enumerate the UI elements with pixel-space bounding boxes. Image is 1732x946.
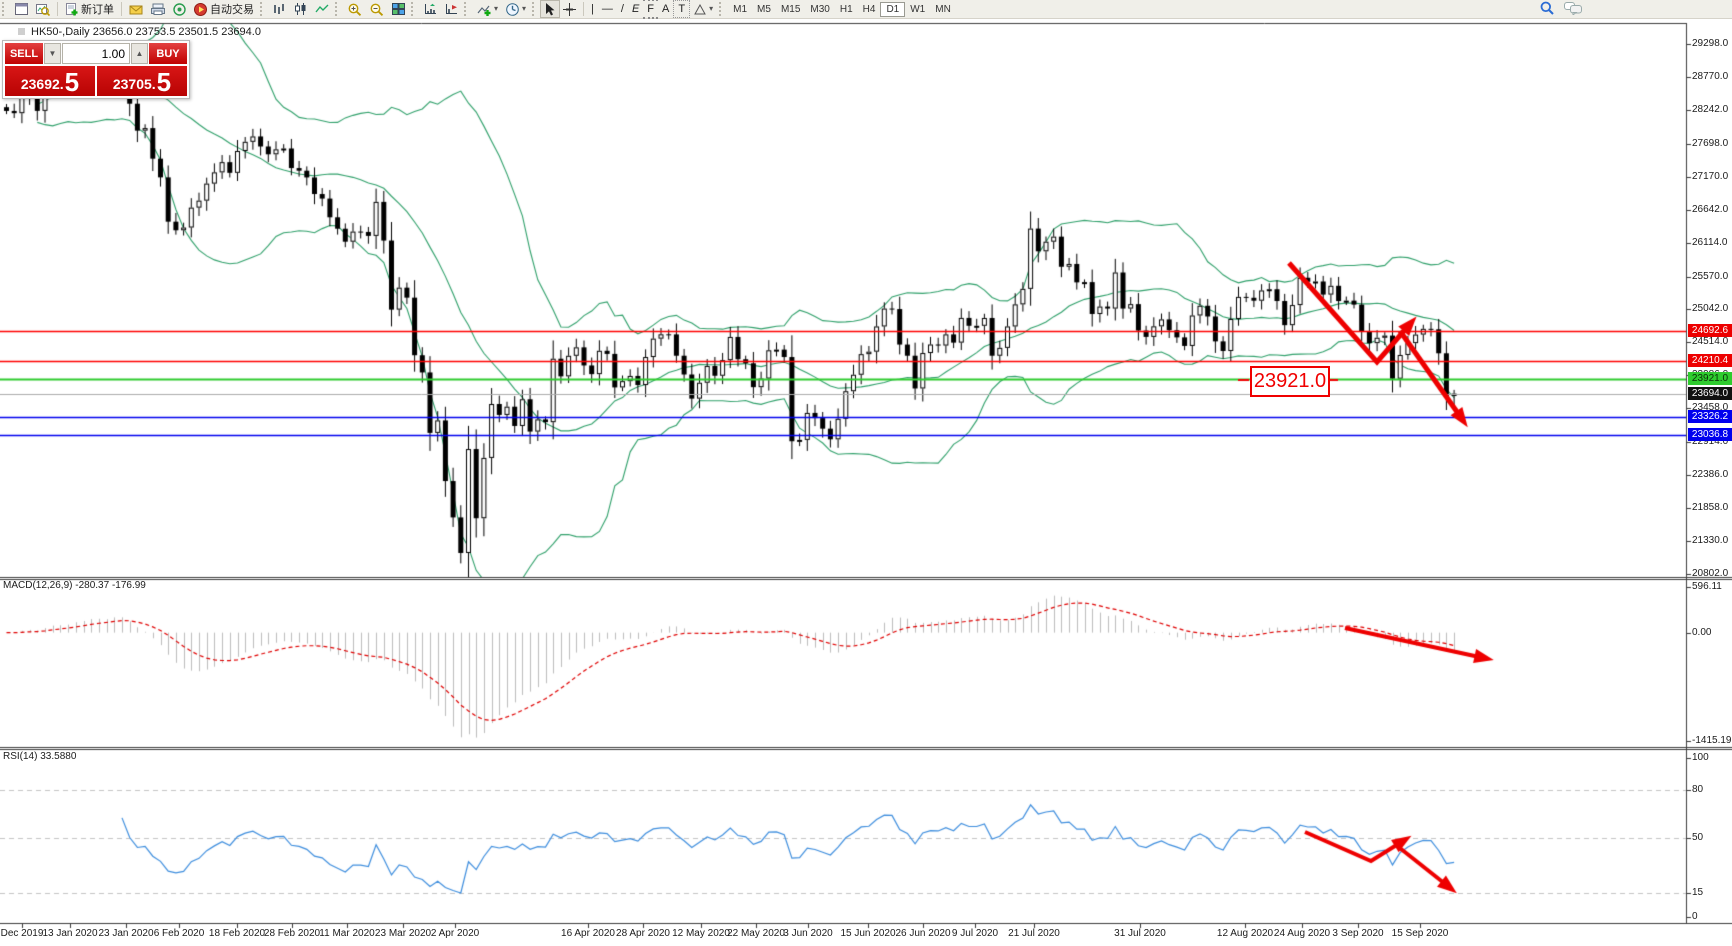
price-badge: 23036.8 <box>1688 427 1732 441</box>
volume-up-button[interactable]: ▲ <box>131 43 148 64</box>
new-order-button[interactable]: 新订单 <box>61 1 118 17</box>
rsi-tick-label: 0 <box>1692 911 1698 922</box>
indicators-icon[interactable]: ▾ <box>473 1 502 17</box>
chart-ohlc-title: HK50-,Daily 23656.0 23753.5 23501.5 2369… <box>18 26 261 38</box>
fibonacci-icon[interactable]: F <box>643 0 659 19</box>
tab-mn[interactable]: MN <box>930 2 956 17</box>
horizontal-line-icon[interactable]: — <box>598 1 617 17</box>
price-badge: 23921.0 <box>1688 372 1732 386</box>
rsi-tick-label: 50 <box>1692 831 1704 843</box>
auto-scroll-icon[interactable] <box>420 1 441 17</box>
rsi-tick-label: 15 <box>1692 887 1704 899</box>
price-tick-label: 25570.0 <box>1692 270 1729 282</box>
volume-down-button[interactable]: ▼ <box>44 43 61 64</box>
buy-price-box[interactable]: 23705. 5 <box>97 66 187 96</box>
price-tick-label: 26114.0 <box>1692 236 1728 248</box>
indicators-dropdown-icon[interactable]: ▾ <box>494 1 498 17</box>
price-badge: 23326.2 <box>1688 409 1732 423</box>
price-badge: 23694.0 <box>1688 386 1732 400</box>
tab-d1[interactable]: D1 <box>880 1 906 17</box>
zoom-out-icon[interactable] <box>366 1 388 17</box>
price-annotation[interactable]: 23921.0 <box>1250 366 1330 397</box>
price-tick-label: 25042.0 <box>1692 303 1729 315</box>
new-order-icon <box>66 2 78 15</box>
price-tick-label: 22386.0 <box>1692 469 1729 481</box>
tab-h4[interactable]: H4 <box>858 2 881 17</box>
cursor-icon[interactable] <box>540 0 561 18</box>
macd-indicator-label: MACD(12,26,9) -280.37 -176.99 <box>3 580 146 591</box>
price-badge: 24692.6 <box>1688 324 1732 338</box>
price-tick-label: 27170.0 <box>1692 170 1729 182</box>
buy-price: 23705. <box>112 76 156 92</box>
toolbar-grip <box>2 2 9 16</box>
chat-icon[interactable] <box>1564 1 1582 15</box>
buy-price-big-digit: 5 <box>156 67 172 97</box>
news-icon[interactable] <box>169 1 190 17</box>
text-label-icon[interactable]: T <box>673 0 691 18</box>
periods-dropdown-icon[interactable]: ▾ <box>522 1 526 17</box>
tab-h1[interactable]: H1 <box>835 2 858 17</box>
tab-m5[interactable]: M5 <box>752 2 776 17</box>
date-tick-label: 2 Apr 2020 <box>430 928 480 939</box>
macd-tick-label: -1415.19 <box>1692 735 1732 746</box>
volume-input[interactable]: 1.00 <box>62 43 130 64</box>
deposit-icon[interactable] <box>125 1 147 17</box>
window-icon[interactable] <box>11 1 32 17</box>
search-icon[interactable] <box>1540 1 1554 15</box>
price-tick-label: 26642.0 <box>1692 203 1729 215</box>
macd-tick-label: 0.00 <box>1692 626 1712 638</box>
chart-zoom-icon[interactable] <box>32 1 54 17</box>
bar-chart-icon[interactable] <box>269 1 290 17</box>
periods-icon[interactable]: ▾ <box>502 1 530 17</box>
date-tick-label: 15 Sep 2020 <box>1391 928 1449 939</box>
price-tick-label: 20802.0 <box>1692 568 1729 579</box>
price-tick-label: 27698.0 <box>1692 137 1729 149</box>
buy-button[interactable]: BUY <box>149 43 187 64</box>
rsi-indicator-label: RSI(14) 33.5880 <box>3 751 77 762</box>
autotrade-button[interactable]: 自动交易 <box>190 1 258 17</box>
chart-shift-icon[interactable] <box>441 1 462 17</box>
one-click-trade-widget: SELL ▼ 1.00 ▲ BUY 23692. 5 23705. 5 <box>2 40 190 99</box>
sell-price: 23692. <box>20 76 64 92</box>
tab-m1[interactable]: M1 <box>728 2 752 17</box>
date-tick-label: 21 Jul 2020 <box>1008 928 1060 939</box>
autotrade-icon <box>194 2 207 16</box>
print-icon[interactable] <box>147 1 169 17</box>
tab-m15[interactable]: M15 <box>776 2 805 17</box>
text-icon[interactable]: A <box>658 1 673 17</box>
rsi-tick-label: 100 <box>1692 752 1709 763</box>
price-badge: 24210.4 <box>1688 354 1732 368</box>
autotrade-label: 自动交易 <box>210 4 254 16</box>
zoom-in-icon[interactable] <box>344 1 366 17</box>
shapes-icon[interactable]: ▾ <box>690 1 717 17</box>
macd-tick-label: 596.11 <box>1692 581 1722 592</box>
sell-price-big-digit: 5 <box>64 67 80 97</box>
tab-m30[interactable]: M30 <box>805 2 834 17</box>
sell-button[interactable]: SELL <box>5 43 43 64</box>
price-chart-canvas[interactable] <box>0 0 1732 946</box>
line-chart-icon[interactable] <box>311 1 333 17</box>
price-tick-label: 24514.0 <box>1692 336 1729 348</box>
vertical-line-icon[interactable]: | <box>587 1 598 17</box>
mt4-window: 新订单 自动交易 ▾ ▾ | — / E F A T ▾ M1 M5 M15 M… <box>0 0 1732 946</box>
price-tick-label: 21330.0 <box>1692 535 1729 547</box>
price-tick-label: 29298.0 <box>1692 38 1729 49</box>
equidistant-channel-icon[interactable]: E <box>628 1 643 17</box>
toolbar: 新订单 自动交易 ▾ ▾ | — / E F A T ▾ M1 M5 M15 M… <box>0 0 1732 19</box>
shapes-dropdown-icon[interactable]: ▾ <box>709 1 713 17</box>
candlestick-icon[interactable] <box>290 1 311 17</box>
date-tick-label: 31 Jul 2020 <box>1114 928 1166 939</box>
crosshair-icon[interactable] <box>559 1 580 17</box>
tile-windows-icon[interactable] <box>388 1 409 17</box>
price-tick-label: 21858.0 <box>1692 502 1729 514</box>
price-tick-label: 28770.0 <box>1692 70 1729 82</box>
rsi-tick-label: 80 <box>1692 783 1704 795</box>
trendline-icon[interactable]: / <box>617 1 628 17</box>
new-order-label: 新订单 <box>81 4 114 16</box>
tab-w1[interactable]: W1 <box>905 2 930 17</box>
price-tick-label: 28242.0 <box>1692 103 1729 115</box>
sell-price-box[interactable]: 23692. 5 <box>5 66 95 96</box>
